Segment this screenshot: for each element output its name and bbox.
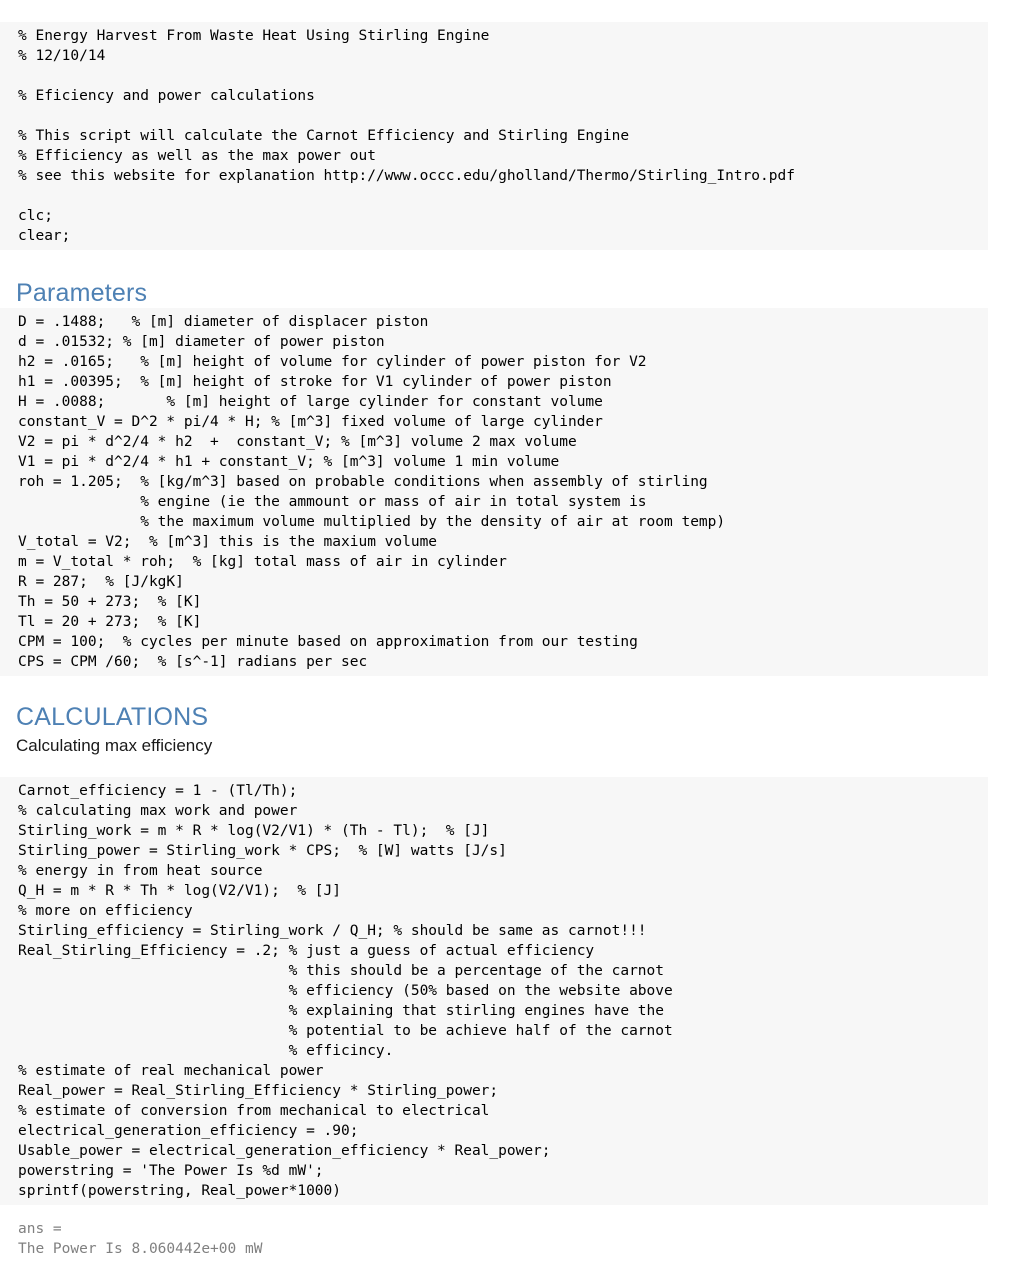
- section-heading-calculations: CALCULATIONS: [16, 703, 209, 731]
- parameters-code-text: D = .1488; % [m] diameter of displacer p…: [18, 314, 726, 670]
- console-output-text: ans = The Power Is 8.060442e+00 mW: [18, 1221, 263, 1257]
- top-spacer: [0, 0, 1030, 22]
- spacer-before-output: [0, 1205, 1030, 1219]
- parameters-code-block: D = .1488; % [m] diameter of displacer p…: [0, 308, 988, 676]
- section-subheading-calculations: Calculating max efficiency: [16, 736, 213, 755]
- section-heading-parameters: Parameters: [16, 279, 148, 307]
- console-output-block: ans = The Power Is 8.060442e+00 mW: [0, 1219, 1030, 1259]
- intro-code-block: % Energy Harvest From Waste Heat Using S…: [0, 22, 988, 250]
- published-document-page: % Energy Harvest From Waste Heat Using S…: [0, 0, 1030, 1269]
- intro-code-text: % Energy Harvest From Waste Heat Using S…: [18, 28, 795, 244]
- bottom-spacer: [0, 1259, 1030, 1269]
- calculations-code-text: Carnot_efficiency = 1 - (Tl/Th); % calcu…: [18, 783, 673, 1199]
- calculations-code-block: Carnot_efficiency = 1 - (Tl/Th); % calcu…: [0, 777, 988, 1205]
- spacer-after-parameters: [0, 676, 1030, 702]
- spacer-after-intro: [0, 250, 1030, 278]
- spacer-before-calculations-code: [0, 757, 1030, 777]
